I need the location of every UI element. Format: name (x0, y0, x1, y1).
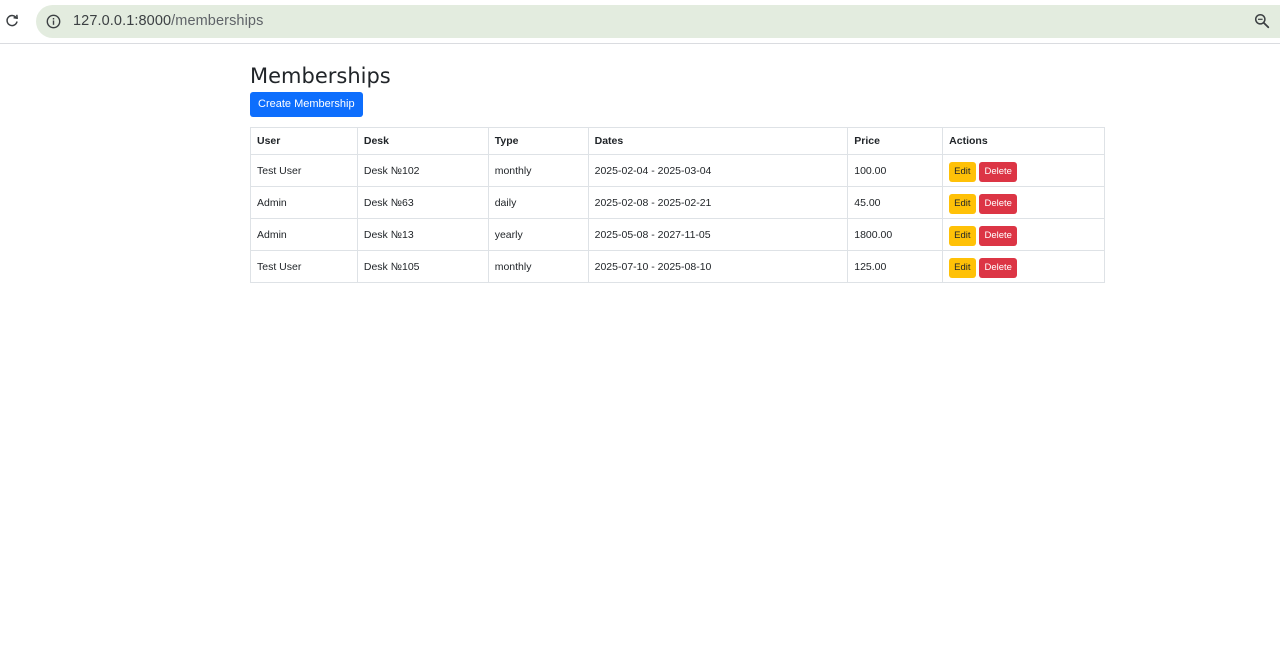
url-path: /memberships (171, 13, 264, 29)
cell-desk: Desk №105 (356, 250, 489, 283)
cell-type: daily (487, 186, 589, 219)
table-header-row: User Desk Type Dates Price Actions (250, 127, 1105, 155)
cell-actions: Edit Delete (942, 186, 1105, 219)
create-membership-button[interactable]: Create Membership (250, 92, 363, 117)
cell-type: yearly (487, 218, 589, 251)
cell-dates: 2025-02-04 - 2025-03-04 (587, 154, 849, 187)
header-user: User (250, 127, 358, 155)
cell-user: Admin (250, 186, 358, 219)
cell-price: 1800.00 (847, 218, 944, 251)
memberships-table: User Desk Type Dates Price Actions Test … (250, 127, 1105, 283)
table-row: Test User Desk №102 monthly 2025-02-04 -… (250, 154, 1105, 187)
delete-button[interactable]: Delete (979, 225, 1017, 246)
address-bar[interactable]: 127.0.0.1:8000/memberships (36, 5, 1280, 38)
delete-button[interactable]: Delete (979, 161, 1017, 182)
cell-type: monthly (487, 154, 589, 187)
edit-button[interactable]: Edit (949, 257, 976, 278)
header-actions: Actions (942, 127, 1105, 155)
edit-button[interactable]: Edit (949, 225, 976, 246)
cell-dates: 2025-07-10 - 2025-08-10 (587, 250, 849, 283)
header-dates: Dates (587, 127, 849, 155)
header-type: Type (487, 127, 589, 155)
cell-user: Test User (250, 154, 358, 187)
cell-desk: Desk №63 (356, 186, 489, 219)
main-container: Memberships Create Membership User Desk … (250, 60, 1105, 283)
cell-desk: Desk №102 (356, 154, 489, 187)
reload-icon[interactable] (2, 11, 22, 31)
cell-type: monthly (487, 250, 589, 283)
cell-desk: Desk №13 (356, 218, 489, 251)
edit-button[interactable]: Edit (949, 193, 976, 214)
delete-button[interactable]: Delete (979, 257, 1017, 278)
cell-actions: Edit Delete (942, 250, 1105, 283)
header-desk: Desk (356, 127, 489, 155)
cell-price: 125.00 (847, 250, 944, 283)
url-text[interactable]: 127.0.0.1:8000/memberships (73, 13, 263, 30)
table-row: Admin Desk №63 daily 2025-02-08 - 2025-0… (250, 186, 1105, 219)
edit-button[interactable]: Edit (949, 161, 976, 182)
delete-button[interactable]: Delete (979, 193, 1017, 214)
cell-user: Admin (250, 218, 358, 251)
cell-price: 45.00 (847, 186, 944, 219)
page-title: Memberships (250, 64, 391, 88)
cell-user: Test User (250, 250, 358, 283)
zoom-icon[interactable] (1253, 12, 1271, 30)
browser-toolbar: 127.0.0.1:8000/memberships (0, 0, 1280, 44)
cell-dates: 2025-02-08 - 2025-02-21 (587, 186, 849, 219)
table-row: Admin Desk №13 yearly 2025-05-08 - 2027-… (250, 218, 1105, 251)
info-icon[interactable] (45, 13, 62, 30)
header-price: Price (847, 127, 944, 155)
cell-actions: Edit Delete (942, 218, 1105, 251)
cell-price: 100.00 (847, 154, 944, 187)
table-row: Test User Desk №105 monthly 2025-07-10 -… (250, 250, 1105, 283)
cell-actions: Edit Delete (942, 154, 1105, 187)
url-host: 127.0.0.1:8000 (73, 13, 172, 29)
cell-dates: 2025-05-08 - 2027-11-05 (587, 218, 849, 251)
